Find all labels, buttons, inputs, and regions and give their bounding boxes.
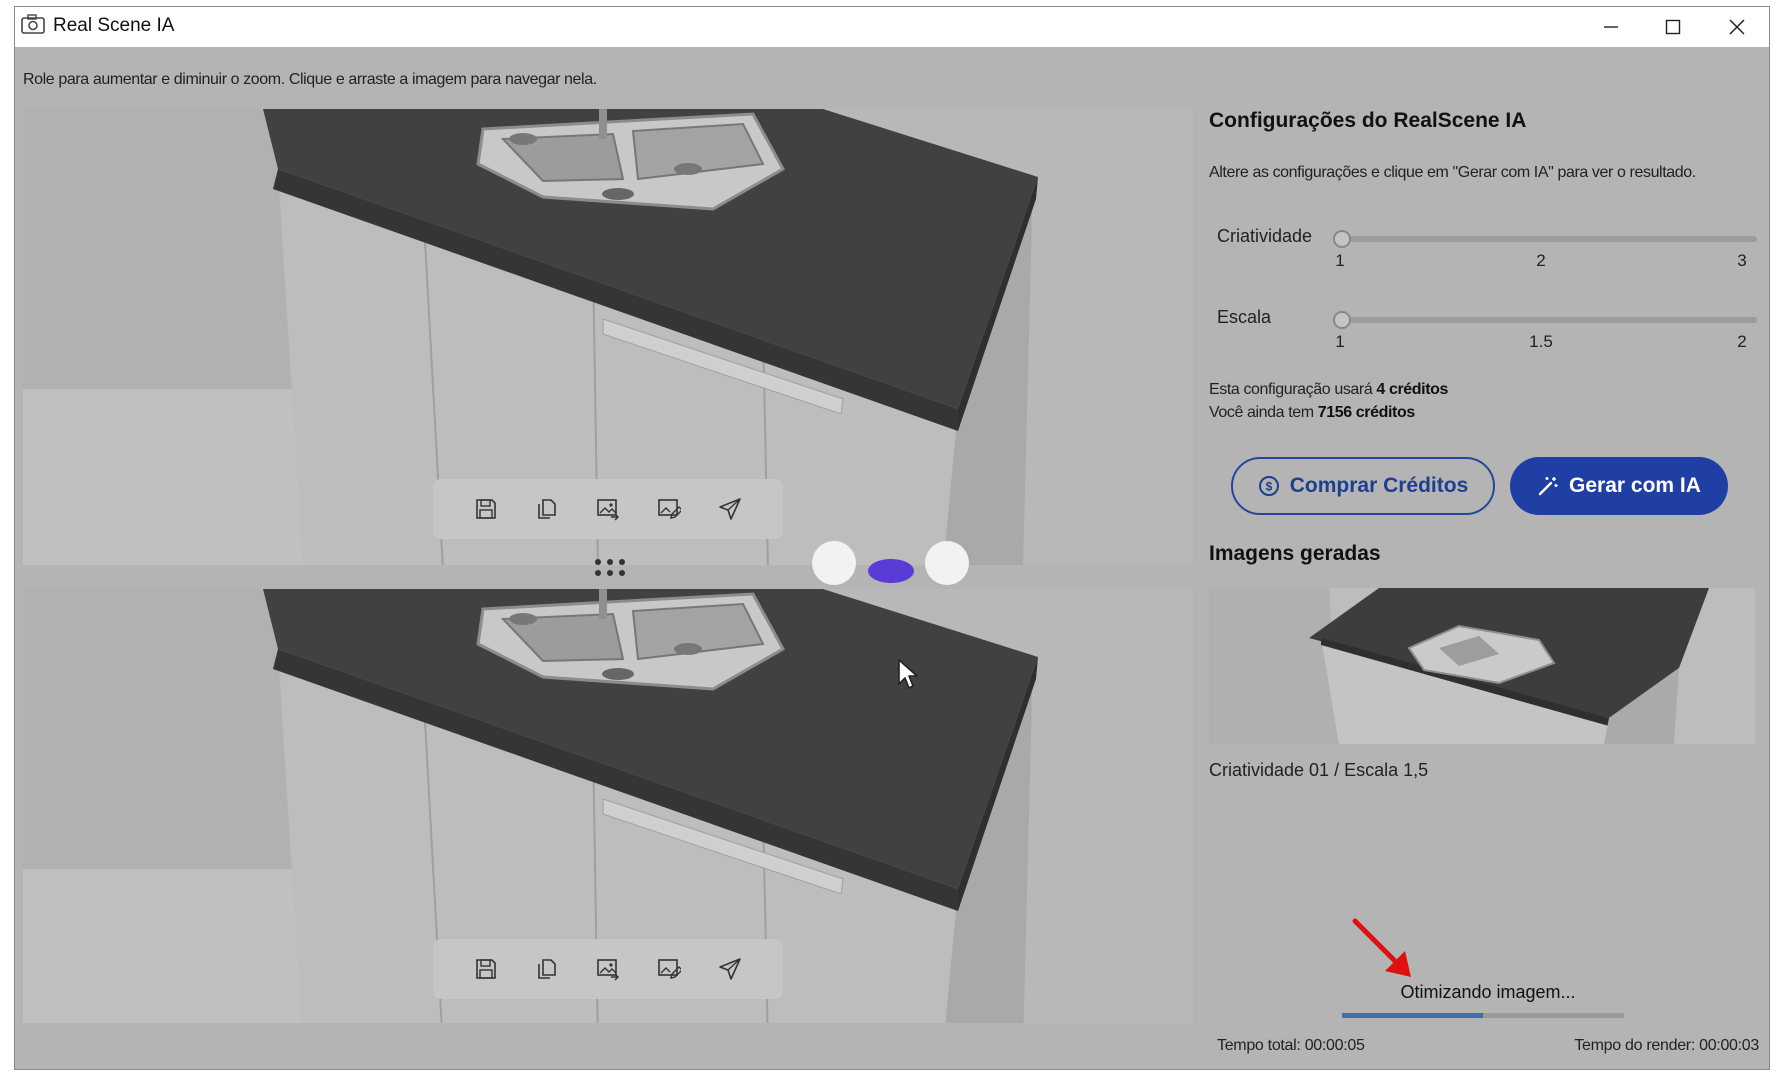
camera-icon <box>21 14 45 34</box>
buy-credits-button[interactable]: $ Comprar Créditos <box>1231 457 1495 515</box>
copy-button[interactable] <box>530 952 564 986</box>
copy-button[interactable] <box>530 492 564 526</box>
svg-text:$: $ <box>1265 480 1272 494</box>
close-icon <box>1729 19 1745 35</box>
send-button[interactable] <box>713 492 747 526</box>
save-icon <box>475 959 496 979</box>
progress-bar <box>1342 1013 1624 1018</box>
thumbnail-caption: Criatividade 01 / Escala 1,5 <box>1209 760 1429 780</box>
app-window: Real Scene IA Role para aumentar e dimin… <box>14 6 1770 1070</box>
maximize-button[interactable] <box>1643 7 1703 47</box>
image-edit-icon <box>658 499 682 519</box>
export-image-button[interactable] <box>591 952 625 986</box>
send-icon <box>719 958 742 980</box>
save-button[interactable] <box>469 952 503 986</box>
copy-icon <box>537 959 556 979</box>
scale-tick-mid: 1.5 <box>1529 332 1553 351</box>
image-edit-icon <box>658 959 682 979</box>
credits-usage: Esta configuração usará 4 créditos <box>1209 381 1448 398</box>
send-icon <box>719 498 742 520</box>
export-image-button[interactable] <box>591 492 625 526</box>
scale-tick-max: 2 <box>1737 332 1747 351</box>
creativity-slider[interactable] <box>1333 230 1757 248</box>
send-button[interactable] <box>713 952 747 986</box>
bottom-image-viewer[interactable] <box>23 589 1193 1023</box>
copy-icon <box>537 499 556 519</box>
creativity-tick-max: 3 <box>1737 251 1747 270</box>
save-icon <box>475 499 496 519</box>
creativity-label: Criatividade <box>1217 226 1313 246</box>
creativity-tick-mid: 2 <box>1536 251 1546 270</box>
main-area: Role para aumentar e diminuir o zoom. Cl… <box>15 47 1769 1069</box>
loading-spinner <box>812 541 969 585</box>
title-bar: Real Scene IA <box>15 7 1769 47</box>
creativity-slider-thumb[interactable] <box>1333 230 1351 248</box>
image-toolbar <box>433 479 783 539</box>
edit-image-button[interactable] <box>652 492 686 526</box>
mouse-cursor-icon <box>898 659 918 689</box>
scale-slider-thumb[interactable] <box>1333 311 1351 329</box>
annotation-arrow-icon <box>1352 918 1411 977</box>
credits-cost: 4 créditos <box>1376 381 1448 398</box>
magic-wand-icon <box>1538 477 1558 496</box>
panel-subtitle: Altere as configurações e clique em "Ger… <box>1209 164 1696 181</box>
save-button[interactable] <box>469 492 503 526</box>
panel-title: Configurações do RealScene IA <box>1209 109 1527 132</box>
image-toolbar <box>433 939 783 999</box>
generated-images-title: Imagens geradas <box>1209 542 1381 565</box>
render-time: Tempo do render: 00:00:03 <box>1574 1037 1759 1054</box>
image-export-icon <box>597 959 619 981</box>
thumbnail-render <box>1209 588 1755 744</box>
generated-image-thumbnail[interactable] <box>1209 588 1755 744</box>
split-drag-handle[interactable] <box>593 558 627 578</box>
scale-slider[interactable] <box>1333 311 1757 329</box>
maximize-icon <box>1665 19 1681 35</box>
total-time: Tempo total: 00:00:05 <box>1217 1037 1365 1054</box>
window-title: Real Scene IA <box>53 15 175 36</box>
coin-icon: $ <box>1258 476 1279 496</box>
scale-tick-min: 1 <box>1335 332 1345 351</box>
scale-label: Escala <box>1217 307 1272 327</box>
zoom-hint: Role para aumentar e diminuir o zoom. Cl… <box>23 71 597 88</box>
minimize-button[interactable] <box>1581 7 1641 47</box>
creativity-tick-min: 1 <box>1335 251 1345 270</box>
image-export-icon <box>597 499 619 521</box>
credits-remaining: 7156 créditos <box>1317 404 1415 421</box>
close-button[interactable] <box>1707 7 1767 47</box>
edit-image-button[interactable] <box>652 952 686 986</box>
top-image-viewer[interactable] <box>23 109 1193 565</box>
status-text: Otimizando imagem... <box>1400 982 1576 1002</box>
credits-balance: Você ainda tem 7156 créditos <box>1209 404 1415 421</box>
progress-fill <box>1342 1013 1483 1018</box>
generate-ai-button[interactable]: Gerar com IA <box>1510 457 1728 515</box>
minimize-icon <box>1604 26 1618 28</box>
